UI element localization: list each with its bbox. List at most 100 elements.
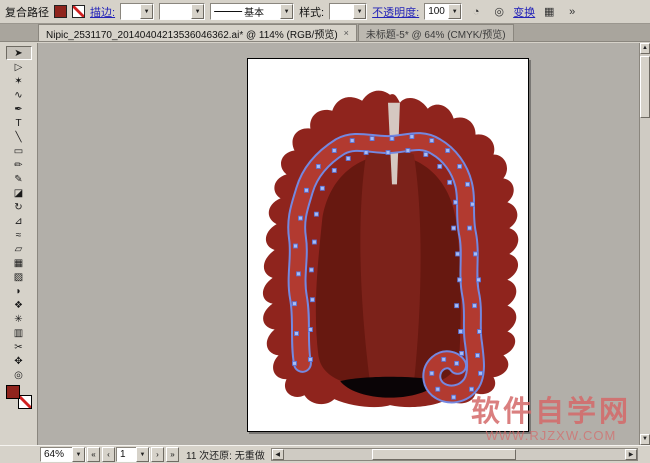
gradient-tool[interactable]: ▨ [6, 270, 32, 284]
brush-definition-combo[interactable]: ——— 基本 ▼ [210, 3, 294, 20]
stroke-color-swatch[interactable] [72, 5, 85, 18]
vertical-scroll-track[interactable] [640, 54, 650, 434]
anchor-point[interactable] [459, 330, 463, 334]
anchor-point[interactable] [477, 278, 481, 282]
anchor-point[interactable] [456, 252, 460, 256]
anchor-point[interactable] [316, 164, 320, 168]
anchor-point[interactable] [424, 152, 428, 156]
chevron-down-icon[interactable]: ▼ [140, 4, 153, 19]
free-transform-tool[interactable]: ▱ [6, 242, 32, 256]
anchor-point[interactable] [448, 180, 452, 184]
anchor-point[interactable] [308, 357, 312, 361]
anchor-point[interactable] [479, 371, 483, 375]
anchor-point[interactable] [436, 387, 440, 391]
toolbar-fill-swatch[interactable] [6, 385, 20, 399]
slice-tool[interactable]: ✂ [6, 340, 32, 354]
line-tool[interactable]: ╲ [6, 130, 32, 144]
anchor-point[interactable] [458, 164, 462, 168]
fill-stroke-control[interactable] [6, 385, 32, 409]
style-combo[interactable]: ▼ [329, 3, 367, 20]
anchor-point[interactable] [468, 226, 472, 230]
close-icon[interactable]: × [344, 28, 349, 38]
anchor-point[interactable] [314, 212, 318, 216]
chevron-down-icon[interactable]: ▼ [191, 4, 204, 19]
collapse-chevrons-icon[interactable]: » [563, 3, 581, 21]
opacity-panel-link[interactable]: 不透明度: [372, 4, 419, 20]
panel-grid-icon[interactable]: ▦ [540, 3, 558, 21]
chevron-down-icon[interactable]: ▼ [353, 4, 366, 19]
anchor-point[interactable] [466, 182, 470, 186]
eyedropper-tool[interactable]: ◗ [6, 284, 32, 298]
pencil-tool[interactable]: ✎ [6, 172, 32, 186]
zoom-level-combo[interactable]: 64% ▼ [40, 447, 86, 462]
anchor-point[interactable] [293, 302, 297, 306]
lasso-tool[interactable]: ∿ [6, 88, 32, 102]
opacity-combo[interactable]: 100 ▼ [424, 3, 462, 20]
anchor-point[interactable] [474, 252, 478, 256]
tab-document-1[interactable]: Nipic_2531170_20140404213536046362.ai* @… [38, 24, 357, 41]
horizontal-scroll-thumb[interactable] [372, 449, 515, 460]
type-tool[interactable]: T [6, 116, 32, 130]
anchor-point[interactable] [478, 330, 482, 334]
artwork-svg[interactable] [248, 59, 528, 431]
anchor-point[interactable] [455, 361, 459, 365]
scroll-down-icon[interactable]: ▼ [640, 434, 650, 445]
artboard-number-combo[interactable]: 1 ▼ [116, 447, 150, 462]
eraser-tool[interactable]: ◪ [6, 186, 32, 200]
anchor-point[interactable] [455, 304, 459, 308]
anchor-point[interactable] [304, 188, 308, 192]
vertical-scrollbar[interactable]: ▲ ▼ [639, 43, 650, 445]
tab-document-2[interactable]: 未标题-5* @ 64% (CMYK/预览) [358, 24, 514, 41]
anchor-point[interactable] [438, 164, 442, 168]
paintbrush-tool[interactable]: ✏ [6, 158, 32, 172]
anchor-point[interactable] [386, 151, 390, 155]
chevron-down-icon[interactable]: ▼ [448, 4, 461, 19]
last-artboard-button[interactable]: » [166, 447, 179, 462]
magic-wand-tool[interactable]: ✶ [6, 74, 32, 88]
stroke-weight-combo[interactable]: ▼ [120, 3, 154, 20]
fill-color-swatch[interactable] [54, 5, 67, 18]
horizontal-scroll-track[interactable] [284, 449, 625, 460]
anchor-point[interactable] [390, 137, 394, 141]
next-artboard-button[interactable]: › [151, 447, 164, 462]
stroke-panel-link[interactable]: 描边: [90, 4, 115, 20]
mesh-tool[interactable]: ▦ [6, 256, 32, 270]
zoom-tool[interactable]: ◎ [6, 368, 32, 382]
anchor-point[interactable] [458, 278, 462, 282]
selection-tool[interactable]: ➤ [6, 46, 32, 60]
anchor-point[interactable] [298, 216, 302, 220]
hand-tool[interactable]: ✥ [6, 354, 32, 368]
anchor-point[interactable] [442, 357, 446, 361]
scroll-right-icon[interactable]: ▶ [625, 449, 637, 460]
chevron-down-icon[interactable]: ▼ [280, 4, 293, 19]
anchor-point[interactable] [350, 139, 354, 143]
anchor-point[interactable] [332, 149, 336, 153]
anchor-point[interactable] [406, 149, 410, 153]
anchor-point[interactable] [473, 304, 477, 308]
hair-center-column[interactable] [360, 149, 420, 384]
horizontal-scrollbar[interactable]: ◀ ▶ [271, 448, 638, 461]
anchor-point[interactable] [312, 240, 316, 244]
symbol-sprayer-tool[interactable]: ✳ [6, 312, 32, 326]
anchor-point[interactable] [295, 332, 299, 336]
isolate-mode-icon[interactable]: ◎ [490, 3, 508, 21]
anchor-point[interactable] [460, 351, 464, 355]
anchor-point[interactable] [470, 387, 474, 391]
anchor-point[interactable] [430, 139, 434, 143]
anchor-point[interactable] [293, 361, 297, 365]
variable-width-combo[interactable]: ▼ [159, 3, 205, 20]
anchor-point[interactable] [320, 186, 324, 190]
anchor-point[interactable] [430, 371, 434, 375]
rotate-tool[interactable]: ↻ [6, 200, 32, 214]
anchor-point[interactable] [454, 200, 458, 204]
anchor-point[interactable] [446, 149, 450, 153]
anchor-point[interactable] [471, 202, 475, 206]
rectangle-tool[interactable]: ▭ [6, 144, 32, 158]
direct-selection-tool[interactable]: ▷ [6, 60, 32, 74]
anchor-point[interactable] [452, 226, 456, 230]
anchor-point[interactable] [296, 272, 300, 276]
artboard[interactable] [247, 58, 529, 432]
graph-tool[interactable]: ▥ [6, 326, 32, 340]
chevron-down-icon[interactable]: ▼ [72, 447, 85, 462]
anchor-point[interactable] [294, 244, 298, 248]
